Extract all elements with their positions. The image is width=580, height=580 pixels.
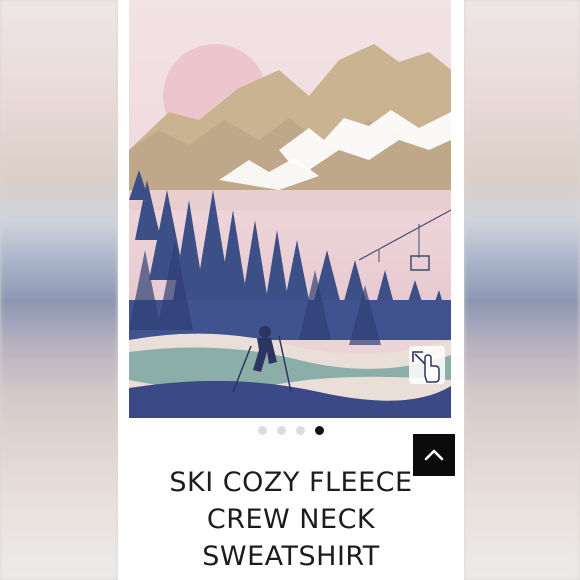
gallery-dot-4-active[interactable] [315,426,324,435]
ski-mountain-print-image [129,0,451,418]
product-card: SKI COZY FLEECE CREW NECK SWEATSHIRT [118,0,464,580]
product-title-line-3: SWEATSHIRT [202,541,380,572]
pinch-zoom-hand-icon[interactable] [409,346,445,384]
blurred-backdrop-right [464,0,580,580]
product-title-line-1: SKI COZY FLEECE [169,467,413,498]
product-title-line-2: CREW NECK [206,504,376,535]
gallery-dot-2[interactable] [277,426,286,435]
product-image-gallery[interactable] [129,0,451,418]
blurred-backdrop-left [0,0,118,580]
product-title: SKI COZY FLEECE CREW NECK SWEATSHIRT [118,464,464,575]
gallery-dot-1[interactable] [258,426,267,435]
gallery-dot-3[interactable] [296,426,305,435]
